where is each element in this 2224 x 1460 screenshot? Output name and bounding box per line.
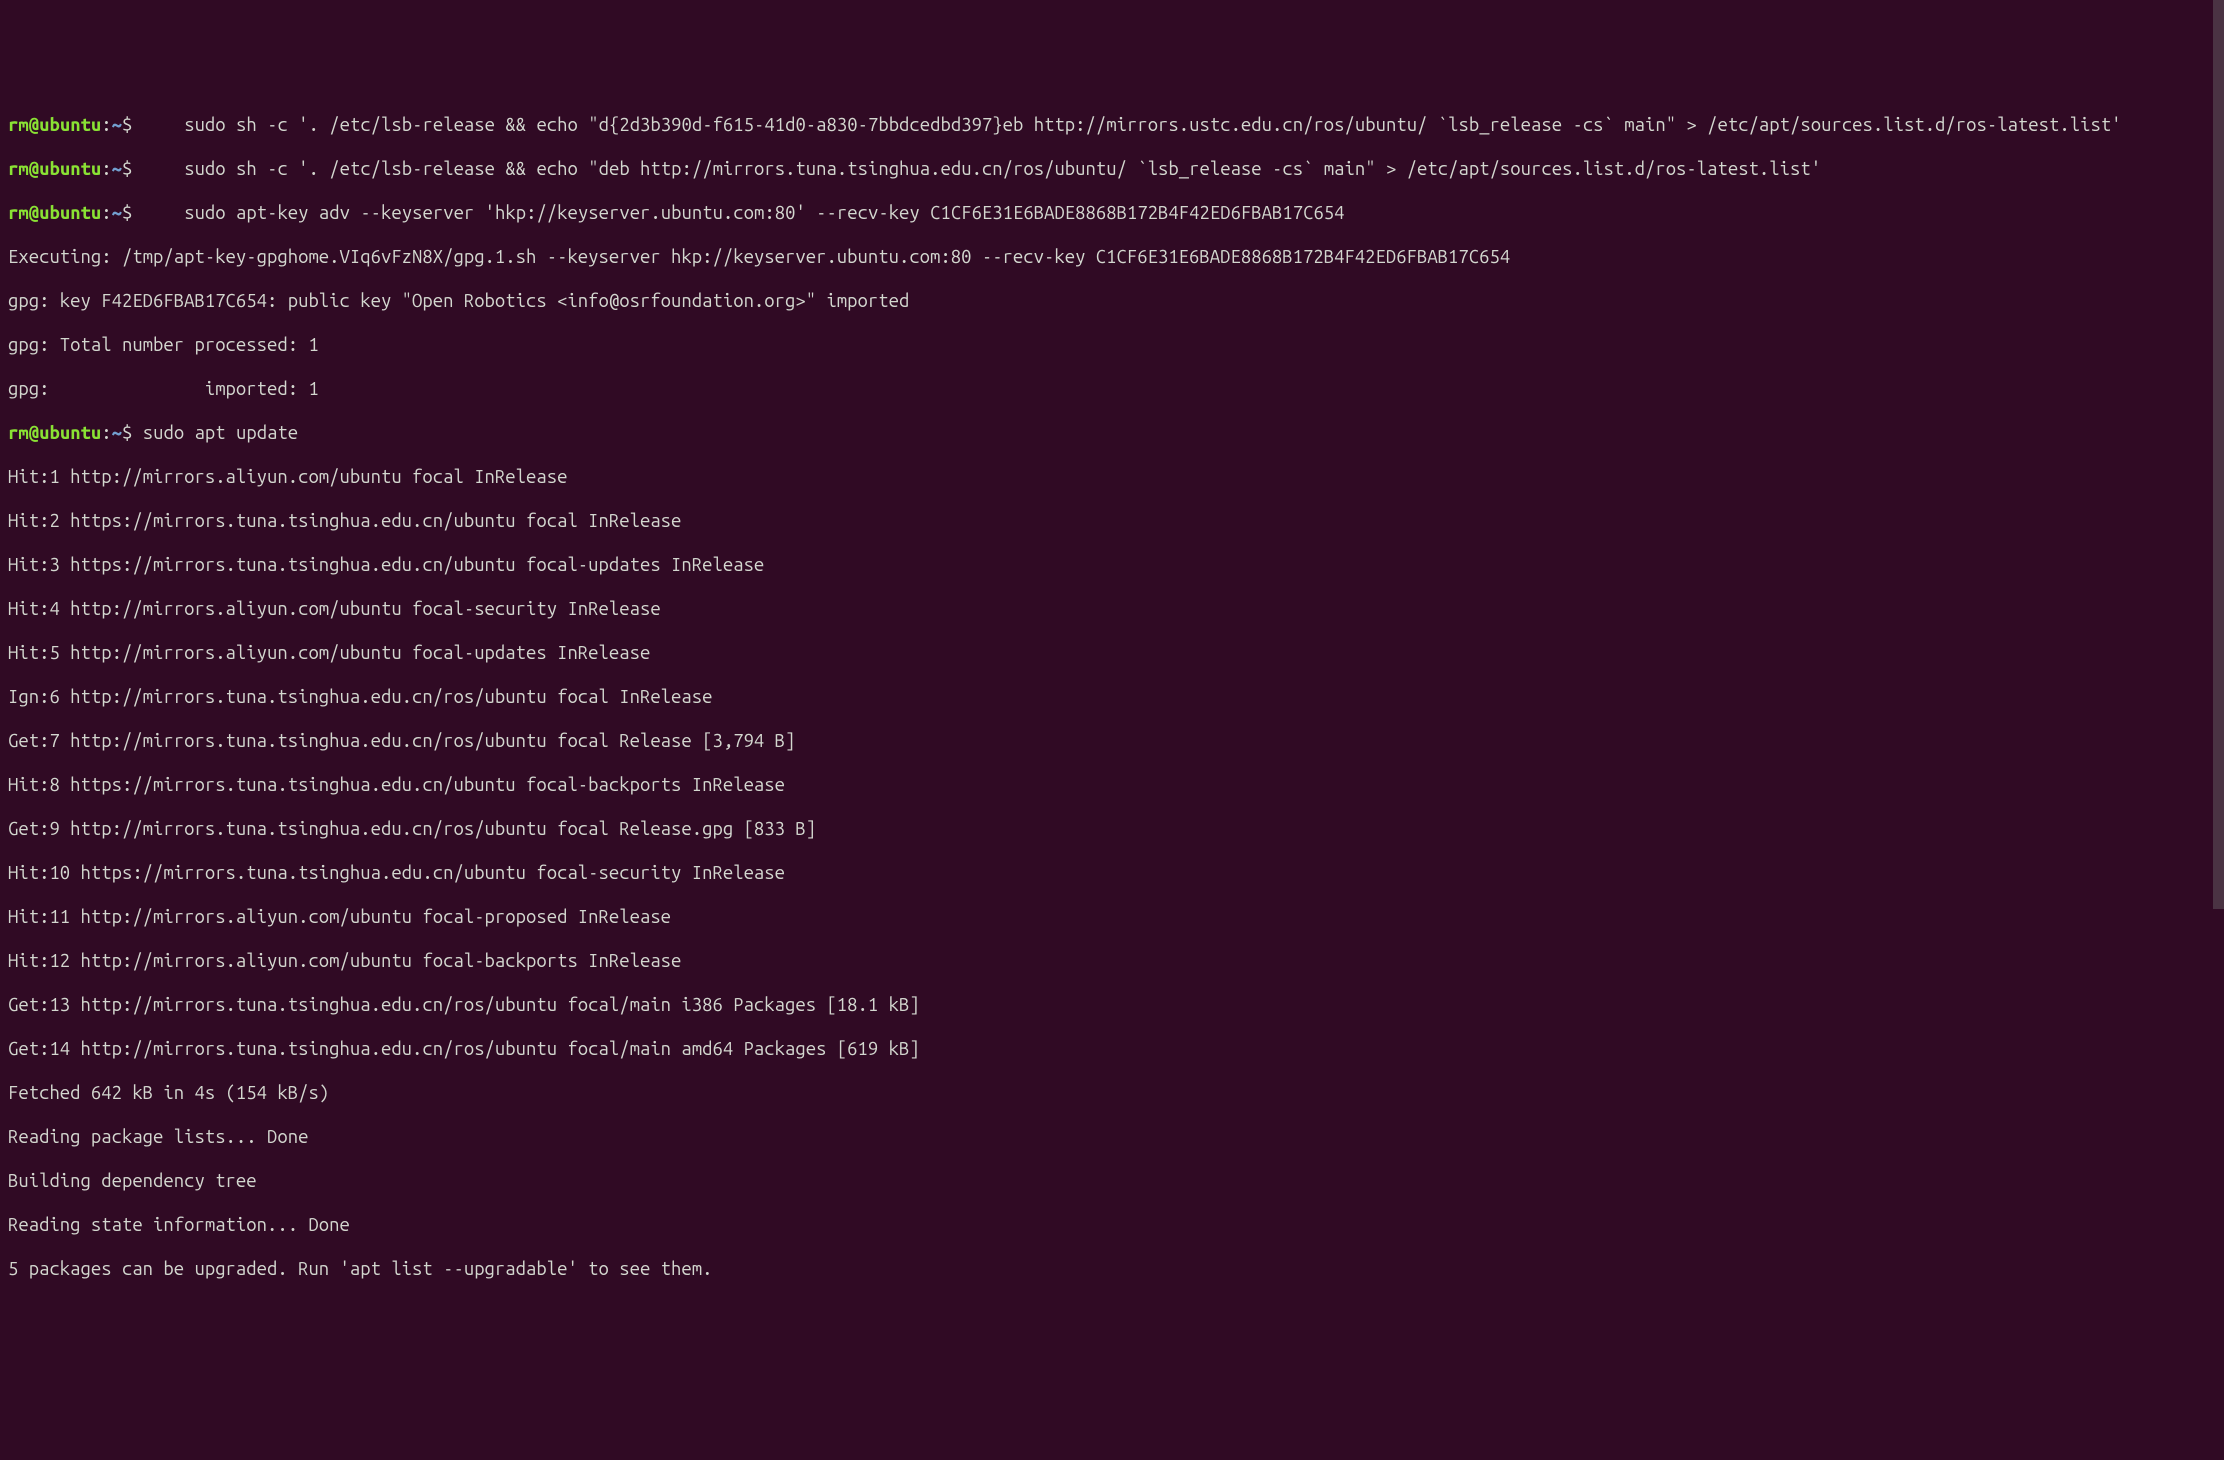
output-line: Hit:11 http://mirrors.aliyun.com/ubuntu …: [8, 906, 2202, 928]
output-line: Fetched 642 kB in 4s (154 kB/s): [8, 1082, 2202, 1104]
output-line: Hit:2 https://mirrors.tuna.tsinghua.edu.…: [8, 510, 2202, 532]
terminal-output[interactable]: rm@ubuntu:~$ sudo sh -c '. /etc/lsb-rele…: [8, 92, 2216, 1302]
output-line: Hit:8 https://mirrors.tuna.tsinghua.edu.…: [8, 774, 2202, 796]
command-line-1: rm@ubuntu:~$ sudo sh -c '. /etc/lsb-rele…: [8, 114, 2202, 136]
output-line: Executing: /tmp/apt-key-gpghome.VIq6vFzN…: [8, 246, 2202, 268]
command-line-2: rm@ubuntu:~$ sudo sh -c '. /etc/lsb-rele…: [8, 158, 2202, 180]
output-line: Building dependency tree: [8, 1170, 2202, 1192]
prompt-dollar: $: [122, 115, 132, 135]
output-line: Get:7 http://mirrors.tuna.tsinghua.edu.c…: [8, 730, 2202, 752]
prompt-at: @: [29, 115, 39, 135]
output-line: Hit:12 http://mirrors.aliyun.com/ubuntu …: [8, 950, 2202, 972]
prompt-host: ubuntu: [39, 115, 101, 135]
prompt-path: ~: [112, 115, 122, 135]
output-line: Hit:3 https://mirrors.tuna.tsinghua.edu.…: [8, 554, 2202, 576]
output-line: Get:9 http://mirrors.tuna.tsinghua.edu.c…: [8, 818, 2202, 840]
command-line-3: rm@ubuntu:~$ sudo apt-key adv --keyserve…: [8, 202, 2202, 224]
command-text: sudo apt-key adv --keyserver 'hkp://keys…: [132, 203, 1344, 223]
command-text: sudo apt update: [132, 423, 298, 443]
output-line: gpg: imported: 1: [8, 378, 2202, 400]
output-line: 5 packages can be upgraded. Run 'apt lis…: [8, 1258, 2202, 1280]
output-line: Hit:5 http://mirrors.aliyun.com/ubuntu f…: [8, 642, 2202, 664]
output-line: gpg: Total number processed: 1: [8, 334, 2202, 356]
command-text: sudo sh -c '. /etc/lsb-release && echo "…: [132, 115, 2121, 135]
output-line: gpg: key F42ED6FBAB17C654: public key "O…: [8, 290, 2202, 312]
output-line: Reading package lists... Done: [8, 1126, 2202, 1148]
output-line: Ign:6 http://mirrors.tuna.tsinghua.edu.c…: [8, 686, 2202, 708]
prompt-colon: :: [101, 115, 111, 135]
output-line: Hit:4 http://mirrors.aliyun.com/ubuntu f…: [8, 598, 2202, 620]
prompt-user: rm: [8, 115, 29, 135]
output-line: Reading state information... Done: [8, 1214, 2202, 1236]
command-text: sudo sh -c '. /etc/lsb-release && echo "…: [132, 159, 1821, 179]
output-line: Hit:10 https://mirrors.tuna.tsinghua.edu…: [8, 862, 2202, 884]
output-line: Get:14 http://mirrors.tuna.tsinghua.edu.…: [8, 1038, 2202, 1060]
scrollbar[interactable]: [2213, 0, 2224, 909]
output-line: Hit:1 http://mirrors.aliyun.com/ubuntu f…: [8, 466, 2202, 488]
output-line: Get:13 http://mirrors.tuna.tsinghua.edu.…: [8, 994, 2202, 1016]
command-line-4: rm@ubuntu:~$ sudo apt update: [8, 422, 2202, 444]
